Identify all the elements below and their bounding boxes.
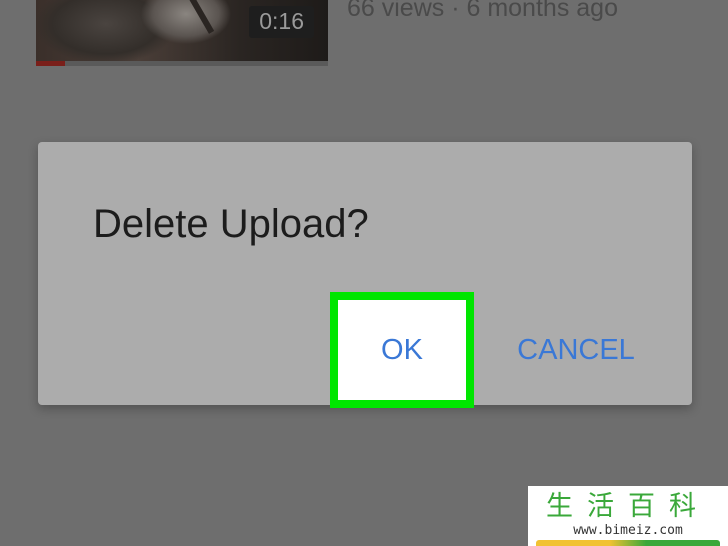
video-thumbnail[interactable]: 0:16 <box>36 0 328 66</box>
watch-progress-track <box>36 61 328 66</box>
delete-upload-dialog: Delete Upload? OK CANCEL <box>38 142 692 408</box>
video-duration-badge: 0:16 <box>249 6 314 38</box>
dialog-title: Delete Upload? <box>93 202 369 246</box>
watermark-logo: 生活百科 www.bimeiz.com <box>528 486 728 546</box>
watermark-url: www.bimeiz.com <box>573 523 683 538</box>
ok-button[interactable]: OK <box>338 300 466 400</box>
cancel-button[interactable]: CANCEL <box>506 300 646 400</box>
watch-progress-fill <box>36 61 66 66</box>
watermark-swoosh <box>536 540 720 546</box>
video-meta-text: 66 views · 6 months ago <box>347 0 618 22</box>
watermark-glyphs: 生活百科 <box>546 491 710 522</box>
